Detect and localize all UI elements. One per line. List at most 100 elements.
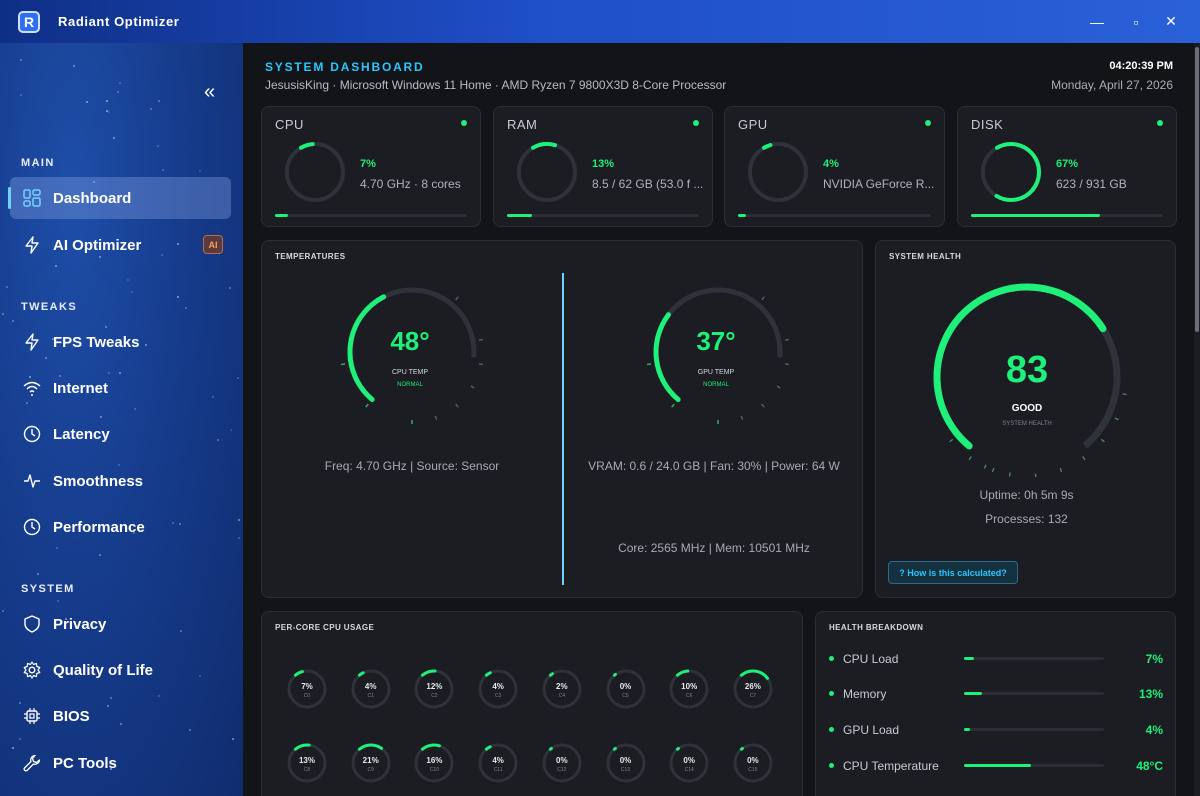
stat-card-ram[interactable]: RAM 13% 8.5 / 62 GB (53.0 f ... [493,106,713,227]
sidebar: « MAIN Dashboard AI Optimizer AI TWEAKS … [0,43,243,796]
core-percent: 0% [619,756,632,765]
sidebar-item-pc-tools[interactable]: PC Tools [10,742,231,784]
ring-fill [548,672,554,677]
status-dot [829,656,834,661]
scrollbar[interactable] [1194,43,1200,796]
core-gauge-c11: 4% C11 [478,743,518,783]
how-calculated-button[interactable]: ? How is this calculated? [888,561,1018,584]
date: Monday, April 27, 2026 [1051,78,1173,92]
core-gauge-c10: 16% C10 [414,743,454,783]
sidebar-item-performance[interactable]: Performance [10,506,231,548]
breakdown-label: GPU Load [843,723,900,737]
core-name: C3 [494,693,502,699]
sidebar-item-quality-of-life[interactable]: Quality of Life [10,649,231,691]
sidebar-item-label: Latency [53,425,110,443]
usage-bar [275,214,467,217]
sidebar-item-label: PC Tools [53,754,117,772]
ring-fill [485,745,492,751]
stat-card-cpu[interactable]: CPU 7% 4.70 GHz · 8 cores [261,106,481,227]
gauge-tick [740,415,744,420]
gauge-tick [761,296,765,301]
chip-icon [22,706,42,726]
system-health-panel: SYSTEM HEALTH 83 GOOD SYSTEM HEALTH Upti… [875,240,1176,598]
core-gauge-c4: 2% C4 [542,669,582,709]
breakdown-value: 4% [1145,723,1163,737]
breakdown-row-memory: Memory 13% [829,687,1163,707]
sidebar-item-dashboard[interactable]: Dashboard [8,177,231,219]
status-dot [1157,120,1163,126]
sidebar-item-label: Quality of Life [53,661,154,679]
core-gauge-c3: 4% C3 [478,669,518,709]
background-star [19,738,21,740]
background-star [162,169,164,171]
bolt-icon [22,332,42,352]
sidebar-item-label: Internet [53,379,109,397]
core-percent: 4% [492,682,504,691]
stat-detail: 8.5 / 62 GB (53.0 f ... [592,177,704,191]
sidebar-item-smoothness[interactable]: Smoothness [10,460,231,502]
core-percent: 7% [301,682,313,691]
usage-ring [517,142,577,202]
background-star [73,65,75,67]
sidebar-item-label: BIOS [53,707,90,725]
gauge-tick [340,363,346,366]
gauge-tick [784,338,790,341]
ring-track [748,142,808,202]
background-star [158,100,160,102]
background-star [113,137,115,139]
ring-fill [676,746,681,751]
sidebar-item-privacy[interactable]: Privacy [10,603,231,645]
close-button[interactable]: ✕ [1148,0,1194,43]
stat-detail: 623 / 931 GB [1056,177,1127,191]
background-star [99,554,101,556]
ai-badge: AI [203,235,223,254]
sidebar-item-fps-tweaks[interactable]: FPS Tweaks [10,321,231,363]
core-percent: 2% [556,682,568,691]
ring-fill [293,743,311,751]
core-percent: 0% [747,756,759,765]
core-name: C7 [749,693,757,699]
core-name: C4 [558,693,565,699]
breakdown-bar-fill [964,692,983,695]
ring-fill [739,669,769,680]
ring-fill [612,672,617,677]
status-dot [829,763,834,768]
sidebar-item-bios[interactable]: BIOS [10,695,231,737]
core-gauge-c8: 13% C8 [287,743,327,783]
core-gauge-c6: 10% C6 [669,669,709,709]
stat-title: DISK [971,117,1004,132]
breakdown-bar-fill [964,728,970,731]
status-dot [829,727,834,732]
core-gauge-c7: 26% C7 [733,669,773,709]
status-dot [829,691,834,696]
gauge-tick [470,385,475,389]
background-star [20,94,22,96]
core-gauge-c9: 21% C9 [351,743,391,783]
stat-card-gpu[interactable]: GPU 4% NVIDIA GeForce R... [724,106,945,227]
breakdown-row-gpu-load: GPU Load 4% [829,723,1163,743]
sidebar-item-label: Performance [53,518,145,536]
sidebar-item-ai-optimizer[interactable]: AI Optimizer AI [10,224,231,266]
core-name: C0 [303,693,311,699]
background-star [131,291,133,293]
gauge-tick [455,403,459,408]
gpu-temp-status: NORMAL [703,382,729,388]
pulse-icon [22,471,42,491]
breakdown-value: 13% [1138,687,1163,701]
gauge-tick [949,438,954,443]
stat-card-disk[interactable]: DISK 67% 623 / 931 GB [957,106,1177,227]
collapse-sidebar-button[interactable]: « [204,81,215,104]
status-dot [693,120,699,126]
core-name: C14 [684,767,694,773]
gauge-tick [983,464,987,469]
background-star [117,91,119,93]
sidebar-item-latency[interactable]: Latency [10,413,231,455]
usage-bar-fill [971,214,1100,217]
sidebar-item-internet[interactable]: Internet [10,367,231,409]
sidebar-item-label: Smoothness [53,472,144,490]
scrollbar-thumb[interactable] [1195,47,1199,332]
core-name: C12 [557,767,567,773]
system-info: JesusisKing · Microsoft Windows 11 Home … [265,78,727,92]
gpu-temp-info: VRAM: 0.6 / 24.0 GB | Fan: 30% | Power: … [588,459,840,473]
background-star [2,313,4,315]
